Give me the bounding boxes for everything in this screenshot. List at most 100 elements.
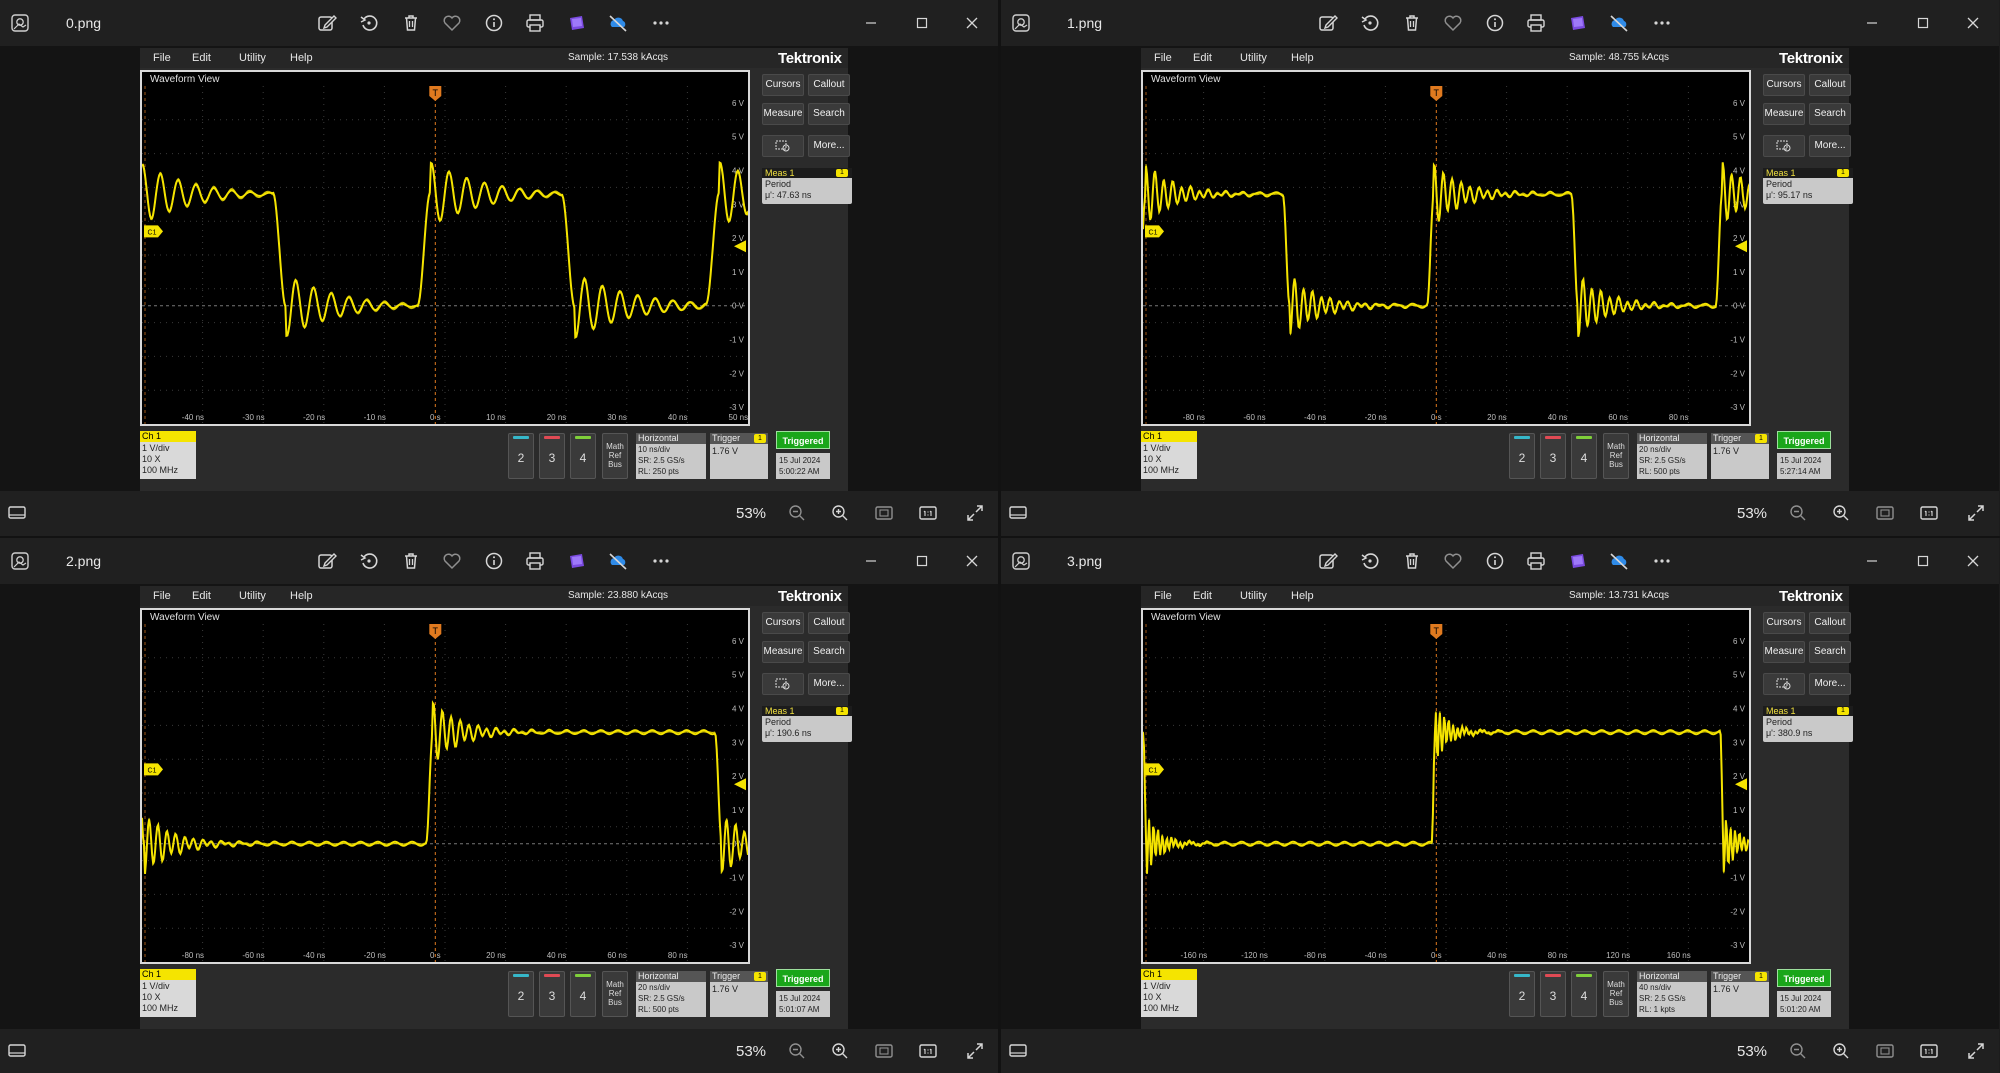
title-bar: 2.png <box>0 538 998 584</box>
print-icon[interactable] <box>1525 550 1547 572</box>
favorite-heart-icon[interactable] <box>441 12 463 34</box>
y-tick-label: -3 V <box>1730 941 1745 950</box>
onedrive-sync-off-icon[interactable] <box>1608 12 1630 34</box>
more-options-icon[interactable] <box>1651 12 1673 34</box>
x-tick-label: 50 ns <box>729 413 748 422</box>
capture-time: 5:00:22 AM <box>779 467 820 476</box>
y-tick-label: -2 V <box>1730 369 1745 378</box>
rotate-icon[interactable] <box>358 550 380 572</box>
measurement-badge: Meas 1 1 Period μ': 380.9 ns <box>1763 706 1853 742</box>
more-options-icon[interactable] <box>650 12 672 34</box>
zoom-region-button <box>1763 673 1805 695</box>
zoom-in-icon[interactable] <box>829 1040 851 1062</box>
print-icon[interactable] <box>524 550 546 572</box>
maximize-icon[interactable] <box>1912 12 1934 34</box>
zoom-in-icon[interactable] <box>1830 502 1852 524</box>
close-icon[interactable] <box>1962 12 1984 34</box>
edit-image-icon[interactable] <box>316 12 338 34</box>
measurement-title: Meas 1 <box>765 168 795 178</box>
delete-icon[interactable] <box>1401 550 1423 572</box>
actual-size-icon[interactable] <box>917 502 939 524</box>
print-icon[interactable] <box>1525 12 1547 34</box>
rotate-icon[interactable] <box>1359 550 1381 572</box>
favorite-heart-icon[interactable] <box>1442 12 1464 34</box>
onedrive-sync-off-icon[interactable] <box>607 550 629 572</box>
bus-label: Bus <box>1609 998 1623 1007</box>
onedrive-sync-off-icon[interactable] <box>607 12 629 34</box>
delete-icon[interactable] <box>400 550 422 572</box>
fit-to-window-icon[interactable] <box>1874 1040 1896 1062</box>
horizontal-scale: 20 ns/div <box>638 983 671 992</box>
maximize-icon[interactable] <box>1912 550 1934 572</box>
math-label: Math <box>606 980 624 989</box>
full-screen-icon[interactable] <box>1965 1040 1987 1062</box>
clipchamp-video-icon[interactable] <box>1567 12 1589 34</box>
maximize-icon[interactable] <box>911 550 933 572</box>
full-screen-icon[interactable] <box>964 502 986 524</box>
delete-icon[interactable] <box>400 12 422 34</box>
close-icon[interactable] <box>961 12 983 34</box>
close-icon[interactable] <box>961 550 983 572</box>
clipchamp-video-icon[interactable] <box>1567 550 1589 572</box>
onedrive-sync-off-icon[interactable] <box>1608 550 1630 572</box>
horizontal-title: Horizontal <box>1637 971 1707 982</box>
filmstrip-icon[interactable] <box>1007 502 1029 524</box>
zoom-out-icon[interactable] <box>786 502 808 524</box>
trigger-level: 1.76 V <box>1713 984 1740 994</box>
rotate-icon[interactable] <box>358 12 380 34</box>
trigger-position-label: T <box>1434 626 1440 636</box>
file-info-icon[interactable] <box>1484 12 1506 34</box>
filmstrip-icon[interactable] <box>6 502 28 524</box>
actual-size-icon[interactable] <box>1918 1040 1940 1062</box>
fit-to-window-icon[interactable] <box>873 1040 895 1062</box>
waveform-plot: T6 V5 V4 V3 V2 V1 V0 V-1 V-2 V-3 V-80 ns… <box>1143 86 1749 424</box>
y-tick-label: 0 V <box>732 302 745 311</box>
rotate-icon[interactable] <box>1359 12 1381 34</box>
scope-status-bar: Ch 1 1 V/div 10 X 100 MHz 2 3 4 Math Ref… <box>140 969 848 1029</box>
channel-4-label: 4 <box>1580 451 1588 465</box>
minimize-icon[interactable] <box>860 550 882 572</box>
file-info-icon[interactable] <box>1484 550 1506 572</box>
zoom-out-icon[interactable] <box>1787 502 1809 524</box>
more-options-icon[interactable] <box>1651 550 1673 572</box>
file-info-icon[interactable] <box>483 550 505 572</box>
edit-image-icon[interactable] <box>1317 550 1339 572</box>
favorite-heart-icon[interactable] <box>441 550 463 572</box>
zoom-in-icon[interactable] <box>829 502 851 524</box>
fit-to-window-icon[interactable] <box>1874 502 1896 524</box>
zoom-out-icon[interactable] <box>1787 1040 1809 1062</box>
zoom-in-icon[interactable] <box>1830 1040 1852 1062</box>
full-screen-icon[interactable] <box>964 1040 986 1062</box>
minimize-icon[interactable] <box>860 12 882 34</box>
minimize-icon[interactable] <box>1861 12 1883 34</box>
actual-size-icon[interactable] <box>1918 502 1940 524</box>
filmstrip-icon[interactable] <box>6 1040 28 1062</box>
waveform-view-title: Waveform View <box>1151 74 1221 85</box>
y-tick-label: 1 V <box>732 268 745 277</box>
title-bar: 3.png <box>1001 538 1999 584</box>
measurement-type: Period <box>1766 179 1793 189</box>
actual-size-icon[interactable] <box>917 1040 939 1062</box>
edit-image-icon[interactable] <box>316 550 338 572</box>
maximize-icon[interactable] <box>911 12 933 34</box>
more-options-icon[interactable] <box>650 550 672 572</box>
capture-date: 15 Jul 2024 <box>779 994 821 1003</box>
clipchamp-video-icon[interactable] <box>566 12 588 34</box>
close-icon[interactable] <box>1962 550 1984 572</box>
channel-1-badge: Ch 1 1 V/div 10 X 100 MHz <box>140 431 196 479</box>
file-info-icon[interactable] <box>483 12 505 34</box>
fit-to-window-icon[interactable] <box>873 502 895 524</box>
favorite-heart-icon[interactable] <box>1442 550 1464 572</box>
x-tick-label: -20 ns <box>1365 413 1387 422</box>
clipchamp-video-icon[interactable] <box>566 550 588 572</box>
full-screen-icon[interactable] <box>1965 502 1987 524</box>
filmstrip-icon[interactable] <box>1007 1040 1029 1062</box>
edit-image-icon[interactable] <box>1317 12 1339 34</box>
minimize-icon[interactable] <box>1861 550 1883 572</box>
zoom-out-icon[interactable] <box>786 1040 808 1062</box>
delete-icon[interactable] <box>1401 12 1423 34</box>
print-icon[interactable] <box>524 12 546 34</box>
record-length: RL: 500 pts <box>1639 467 1680 476</box>
channel-3-color-bar <box>544 436 560 439</box>
waveform-view-title: Waveform View <box>150 612 220 623</box>
